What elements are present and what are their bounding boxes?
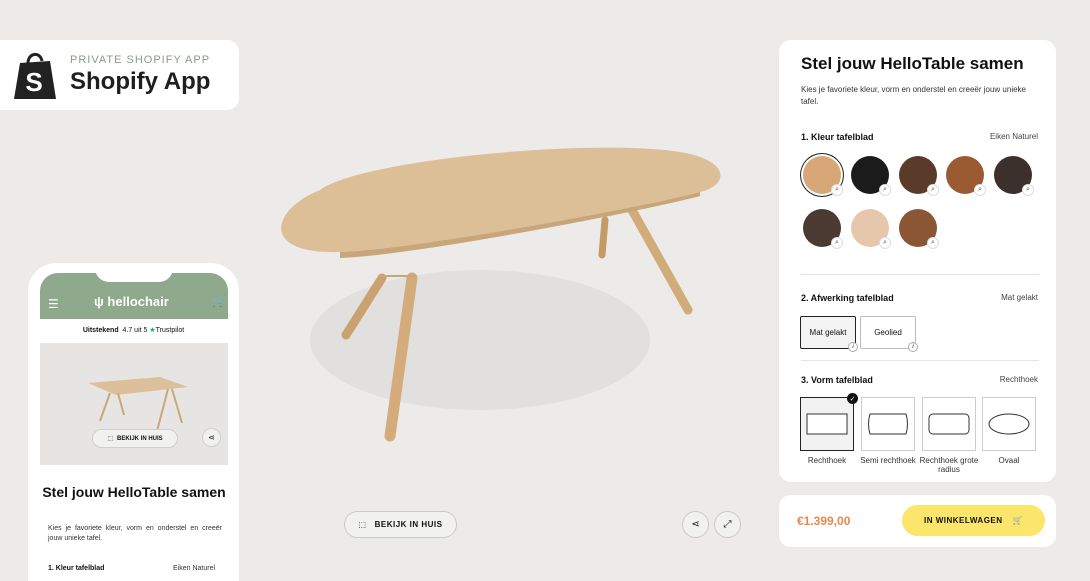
phone-step-label: 1. Kleur tafelblad: [48, 565, 105, 572]
view-in-room-label: BEKIJK IN HUIS: [374, 520, 443, 529]
shape-label: Ovaal: [998, 456, 1020, 465]
brand-name: hellochair: [107, 294, 169, 309]
table-3d-render[interactable]: [260, 130, 730, 450]
info-icon[interactable]: i: [908, 342, 918, 352]
divider: [801, 274, 1039, 275]
zoom-icon[interactable]: ⌕: [831, 184, 843, 196]
step3-value: Rechthoek: [999, 375, 1038, 384]
phone-notch: [95, 263, 173, 282]
phone-step-value: Eiken Naturel: [173, 565, 216, 572]
zoom-icon[interactable]: ⌕: [879, 184, 891, 196]
fullscreen-icon[interactable]: ⤢: [714, 511, 741, 538]
swatch-walnut[interactable]: ⌕: [899, 209, 939, 249]
check-icon: ✓: [847, 393, 858, 404]
zoom-icon[interactable]: ⌕: [831, 237, 843, 249]
trust-brand: Trustpilot: [155, 327, 185, 334]
panel-title: Stel jouw HelloTable samen: [801, 54, 1024, 73]
swatch-light-oak[interactable]: ⌕: [851, 209, 891, 249]
rounded-rectangle-shape-icon: [928, 413, 970, 435]
add-to-cart-label: IN WINKELWAGEN: [923, 516, 1003, 525]
configurator-panel: Stel jouw HelloTable samen Kies je favor…: [779, 40, 1056, 482]
shopify-bag-icon: S: [14, 53, 56, 99]
trustpilot-bar: Uitstekend 4.7 uit 5 ★Trustpilot: [28, 326, 239, 334]
shopify-app-badge: S PRIVATE SHOPIFY APP Shopify App: [0, 40, 239, 110]
phone-view-label: BEKIJK IN HUIS: [116, 435, 163, 442]
step3-label: 3. Vorm tafelblad: [801, 375, 873, 385]
step1-label: 1. Kleur tafelblad: [801, 132, 874, 142]
share-icon[interactable]: ⋖: [682, 511, 709, 538]
semi-rectangle-shape-icon: [868, 413, 908, 435]
hamburger-menu-icon[interactable]: ☰: [48, 297, 59, 311]
zoom-icon[interactable]: ⌕: [974, 184, 986, 196]
swatch-dark-walnut[interactable]: ⌕: [899, 156, 939, 196]
swatch-cognac[interactable]: ⌕: [946, 156, 986, 196]
ar-icon: ⬚: [107, 436, 113, 442]
finish-mat-gelakt[interactable]: Mat gelakt i: [800, 316, 858, 352]
shape-label: Semi rechthoek: [860, 456, 916, 465]
phone-view-in-room-button[interactable]: ⬚ BEKIJK IN HUIS: [92, 429, 178, 448]
badge-subtitle: PRIVATE SHOPIFY APP: [70, 54, 211, 66]
finish-label: Mat gelakt: [809, 328, 847, 337]
badge-title: Shopify App: [70, 68, 211, 95]
zoom-icon[interactable]: ⌕: [927, 184, 939, 196]
phone-share-icon[interactable]: ⋖: [202, 428, 221, 447]
hellochair-logo-icon: ψ: [94, 294, 104, 309]
shape-rechthoek[interactable]: ✓: [800, 393, 858, 451]
ar-cube-icon: ⬚: [358, 520, 367, 529]
shape-label: Rechthoek: [807, 456, 847, 465]
trust-score: 4.7 uit 5: [122, 327, 148, 334]
trust-rating-word: Uitstekend: [82, 327, 119, 334]
shape-ovaal[interactable]: [982, 397, 1036, 451]
hellochair-logo: ψ hellochair: [94, 294, 169, 309]
info-icon[interactable]: i: [848, 342, 858, 352]
price: €1.399,00: [797, 514, 851, 528]
zoom-icon[interactable]: ⌕: [879, 237, 891, 249]
zoom-icon[interactable]: ⌕: [1022, 184, 1034, 196]
panel-description: Kies je favoriete kleur, vorm en onderst…: [801, 85, 1027, 106]
shape-label: Rechthoek grote radius: [919, 456, 979, 474]
add-to-cart-button[interactable]: IN WINKELWAGEN 🛒: [902, 505, 1045, 536]
cart-plus-icon: 🛒: [1012, 516, 1024, 525]
step2-label: 2. Afwerking tafelblad: [801, 293, 894, 303]
oval-shape-icon: [988, 413, 1030, 435]
divider: [801, 360, 1039, 361]
svg-text:S: S: [25, 67, 42, 97]
phone-description: Kies je favoriete kleur, vorm en onderst…: [48, 525, 222, 542]
phone-mockup: ☰ ψ hellochair 🛒 Uitstekend 4.7 uit 5 ★T…: [28, 263, 239, 581]
shape-semi-rechthoek[interactable]: [861, 397, 915, 451]
step2-value: Mat gelakt: [1001, 293, 1038, 302]
view-in-room-button[interactable]: ⬚ BEKIJK IN HUIS: [344, 511, 457, 538]
swatch-smoke[interactable]: ⌕: [994, 156, 1034, 196]
phone-title: Stel jouw HelloTable samen: [42, 484, 226, 500]
swatch-black[interactable]: ⌕: [851, 156, 891, 196]
finish-label: Geolied: [874, 328, 902, 337]
step1-value: Eiken Naturel: [989, 132, 1038, 141]
swatch-eiken-naturel[interactable]: ⌕: [803, 156, 843, 196]
rectangle-shape-icon: [806, 413, 848, 435]
price-bar: €1.399,00 IN WINKELWAGEN 🛒: [779, 495, 1056, 547]
swatch-espresso[interactable]: ⌕: [803, 209, 843, 249]
zoom-icon[interactable]: ⌕: [927, 237, 939, 249]
shape-rechthoek-grote-radius[interactable]: [922, 397, 976, 451]
phone-cart-icon[interactable]: 🛒: [212, 295, 226, 308]
finish-geolied[interactable]: Geolied i: [860, 316, 918, 352]
